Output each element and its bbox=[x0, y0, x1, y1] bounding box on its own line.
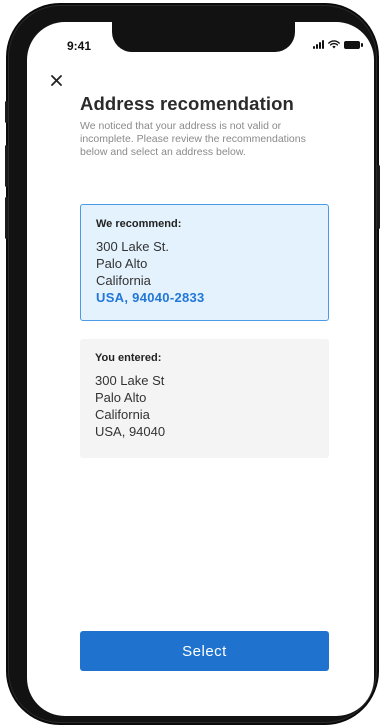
entered-address-card[interactable]: You entered: 300 Lake St Palo Alto Calif… bbox=[80, 339, 329, 458]
entered-state: California bbox=[95, 407, 150, 422]
volume-up-button bbox=[5, 145, 8, 187]
page-title: Address recomendation bbox=[80, 93, 294, 114]
phone-frame: 9:41 Address recomendation We noticed th… bbox=[5, 5, 380, 723]
volume-down-button bbox=[5, 197, 8, 239]
entered-heading: You entered: bbox=[95, 352, 162, 364]
recommended-state: California bbox=[96, 273, 151, 288]
recommended-street: 300 Lake St. bbox=[96, 239, 169, 254]
close-button[interactable] bbox=[47, 71, 65, 89]
recommended-country-zip: USA, 94040-2833 bbox=[96, 290, 205, 305]
wifi-icon bbox=[328, 40, 340, 49]
signal-icon bbox=[313, 40, 324, 49]
status-time: 9:41 bbox=[67, 39, 92, 53]
status-icons bbox=[313, 40, 363, 49]
mute-switch bbox=[5, 101, 8, 123]
notch bbox=[112, 22, 295, 52]
recommended-city: Palo Alto bbox=[96, 256, 148, 271]
entered-country-zip: USA, 94040 bbox=[95, 424, 166, 439]
close-icon bbox=[50, 74, 62, 86]
phone-screen: 9:41 Address recomendation We noticed th… bbox=[27, 22, 374, 716]
power-button bbox=[377, 165, 380, 229]
entered-city: Palo Alto bbox=[95, 390, 147, 405]
battery-icon bbox=[344, 40, 363, 49]
select-button[interactable]: Select bbox=[80, 631, 329, 671]
entered-street: 300 Lake St bbox=[95, 373, 165, 388]
recommended-heading: We recommend: bbox=[96, 218, 182, 230]
page-description: We noticed that your address is not vali… bbox=[80, 120, 306, 158]
recommended-address-card[interactable]: We recommend: 300 Lake St. Palo Alto Cal… bbox=[80, 204, 329, 321]
